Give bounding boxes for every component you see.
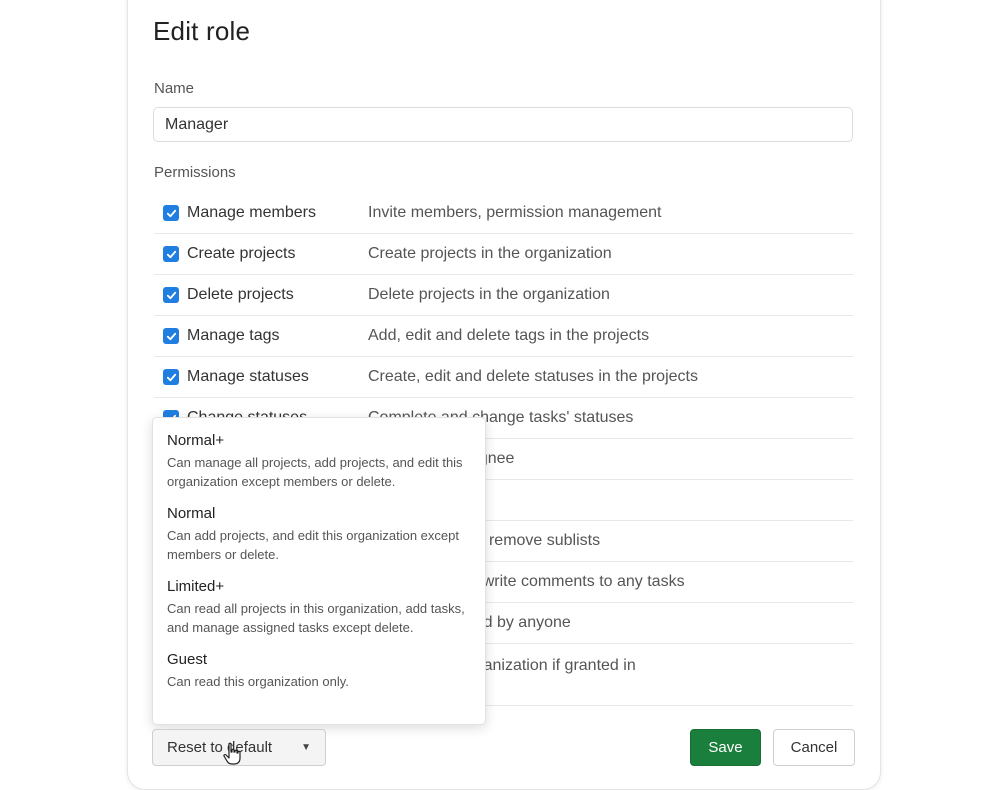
- checkbox-checked-icon[interactable]: [163, 287, 179, 303]
- reset-role-dropdown-menu: Normal+ Can manage all projects, add pro…: [152, 417, 486, 725]
- role-option-limited-plus[interactable]: Limited+ Can read all projects in this o…: [167, 576, 471, 637]
- role-name-input[interactable]: [153, 107, 853, 142]
- option-description: Can read all projects in this organizati…: [167, 601, 465, 635]
- checkbox-checked-icon[interactable]: [163, 246, 179, 262]
- permission-description: Add, edit and delete tags in the project…: [368, 327, 650, 344]
- role-option-normal[interactable]: Normal Can add projects, and edit this o…: [167, 503, 471, 564]
- checkbox-checked-icon[interactable]: [163, 369, 179, 385]
- save-button[interactable]: Save: [690, 729, 761, 766]
- name-label: Name: [154, 80, 195, 97]
- permission-row[interactable]: Create projects Create projects in the o…: [154, 234, 853, 275]
- permission-row[interactable]: Manage members Invite members, permissio…: [154, 193, 853, 234]
- option-title: Limited+: [167, 578, 225, 595]
- reset-button-label: Reset to default: [167, 739, 273, 756]
- permission-description: Create projects in the organization: [368, 245, 612, 262]
- option-title: Guest: [167, 651, 208, 668]
- permissions-label: Permissions: [154, 164, 236, 181]
- permission-name: Manage members: [187, 204, 316, 221]
- hand-pointer-cursor-icon: [223, 742, 241, 765]
- permission-name: Manage tags: [187, 327, 280, 344]
- permission-name: Manage statuses: [187, 368, 309, 385]
- cancel-button[interactable]: Cancel: [773, 729, 855, 766]
- permission-description: Delete projects in the organization: [368, 286, 610, 303]
- checkbox-checked-icon[interactable]: [163, 205, 179, 221]
- permission-description: Create, edit and delete statuses in the …: [368, 368, 698, 385]
- permission-name: Create projects: [187, 245, 296, 262]
- permission-row[interactable]: Manage tags Add, edit and delete tags in…: [154, 316, 853, 357]
- caret-down-icon: ▼: [301, 742, 311, 753]
- option-title: Normal+: [167, 432, 225, 449]
- permission-description: Invite members, permission management: [368, 204, 662, 221]
- role-option-guest[interactable]: Guest Can read this organization only.: [167, 649, 471, 691]
- option-description: Can add projects, and edit this organiza…: [167, 528, 459, 562]
- permission-row[interactable]: Delete projects Delete projects in the o…: [154, 275, 853, 316]
- role-option-normal-plus[interactable]: Normal+ Can manage all projects, add pro…: [167, 430, 471, 491]
- checkbox-checked-icon[interactable]: [163, 328, 179, 344]
- permission-row[interactable]: Manage statuses Create, edit and delete …: [154, 357, 853, 398]
- option-description: Can read this organization only.: [167, 674, 349, 689]
- permission-name: Delete projects: [187, 286, 294, 303]
- option-description: Can manage all projects, add projects, a…: [167, 455, 463, 489]
- option-title: Normal: [167, 505, 216, 522]
- dialog-title: Edit role: [153, 16, 251, 46]
